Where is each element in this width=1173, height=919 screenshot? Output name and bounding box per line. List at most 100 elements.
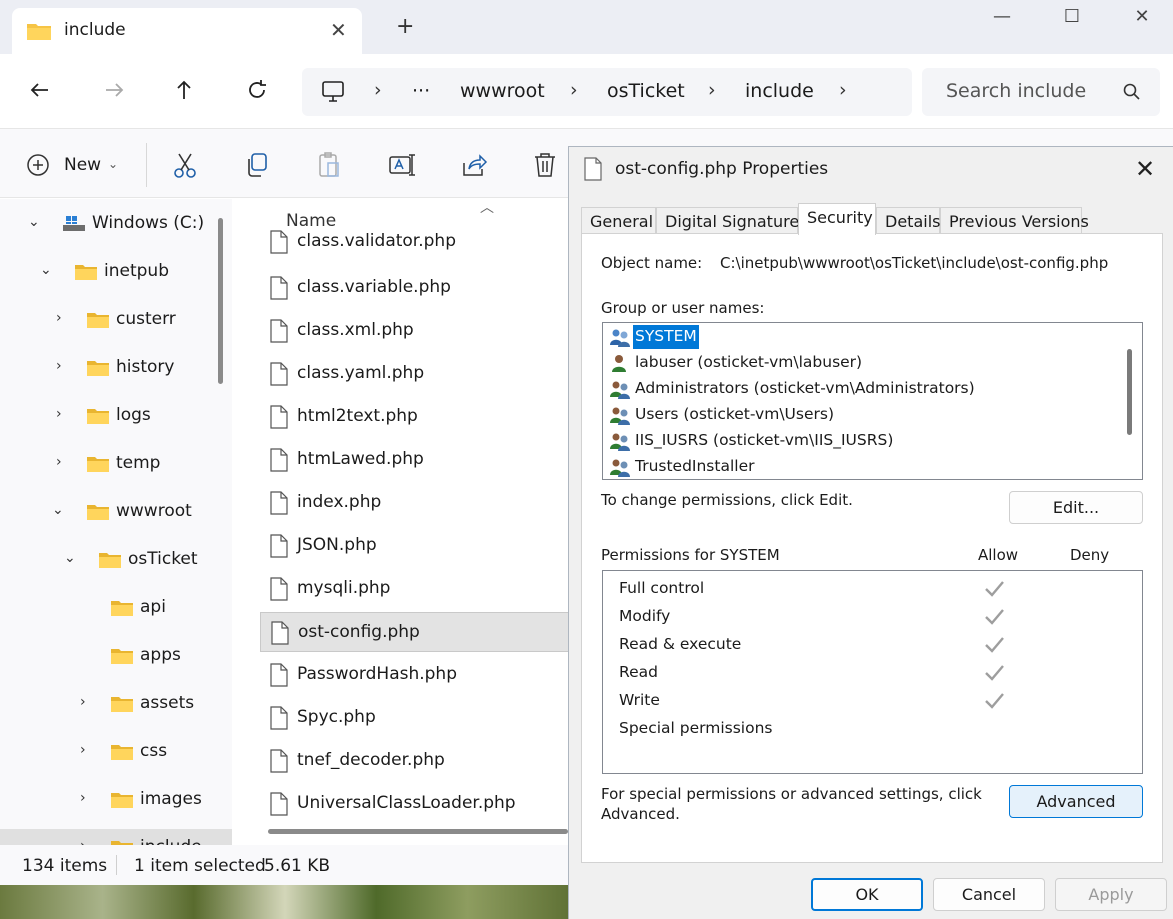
user-list-item[interactable]: TrustedInstaller xyxy=(607,454,1117,479)
user-list-item[interactable]: IIS_IUSRS (osticket-vm\IIS_IUSRS) xyxy=(607,428,1117,454)
ok-button[interactable]: OK xyxy=(811,878,923,911)
file-row[interactable]: htmLawed.php xyxy=(260,440,576,480)
new-tab-button[interactable]: + xyxy=(396,16,414,38)
breadcrumb-osticket[interactable]: osTicket xyxy=(607,80,685,102)
tab-previous-versions[interactable]: Previous Versions xyxy=(940,207,1089,234)
sidebar-item-logs[interactable]: › logs xyxy=(0,397,232,433)
back-arrow-icon[interactable] xyxy=(26,78,54,106)
file-row[interactable]: tnef_decoder.php xyxy=(260,741,576,781)
chevron-down-icon[interactable]: ⌄ xyxy=(64,550,76,566)
rename-icon[interactable] xyxy=(388,151,416,183)
chevron-right-icon[interactable]: › xyxy=(80,838,86,845)
sidebar-item-custerr[interactable]: › custerr xyxy=(0,301,232,337)
breadcrumb-chevron-icon[interactable]: › xyxy=(839,79,847,101)
file-row[interactable]: class.validator.php xyxy=(260,222,576,262)
new-plus-icon[interactable] xyxy=(26,153,50,181)
breadcrumb-overflow[interactable]: ··· xyxy=(412,80,430,102)
sidebar-item-temp[interactable]: › temp xyxy=(0,445,232,481)
nav-pane-scrollbar[interactable] xyxy=(218,218,223,384)
sidebar-item-apps[interactable]: apps xyxy=(0,637,232,673)
user-list-item[interactable]: Administrators (osticket-vm\Administrato… xyxy=(607,376,1117,402)
folder-icon xyxy=(86,455,110,477)
chevron-right-icon[interactable]: › xyxy=(56,310,62,326)
file-row[interactable]: ost-config.php xyxy=(260,612,576,652)
search-icon[interactable] xyxy=(1122,82,1142,106)
tab-digital-signatures[interactable]: Digital Signatures xyxy=(656,207,808,234)
search-input[interactable]: Search include xyxy=(946,80,1086,102)
delete-icon[interactable] xyxy=(532,151,558,183)
file-row[interactable]: mysqli.php xyxy=(260,569,576,609)
file-row[interactable]: class.variable.php xyxy=(260,268,576,308)
tab-security[interactable]: Security xyxy=(798,203,876,235)
breadcrumb-chevron-icon[interactable]: › xyxy=(374,79,382,101)
sidebar-item-images[interactable]: › images xyxy=(0,781,232,817)
share-icon[interactable] xyxy=(460,151,488,183)
copy-icon[interactable] xyxy=(244,151,270,183)
file-list-scrollbar[interactable] xyxy=(268,829,568,834)
breadcrumb-chevron-icon[interactable]: › xyxy=(708,79,716,101)
user-list-item[interactable]: labuser (osticket-vm\labuser) xyxy=(607,350,1117,376)
close-window-button[interactable]: ✕ xyxy=(1122,6,1162,32)
navigation-pane[interactable]: ⌄ Windows (C:) ⌄ inetpub › custerr › history › lo… xyxy=(0,199,232,845)
file-row[interactable]: Spyc.php xyxy=(260,698,576,738)
file-row[interactable]: JSON.php xyxy=(260,526,576,566)
file-row[interactable]: index.php xyxy=(260,483,576,523)
file-row[interactable]: PasswordHash.php xyxy=(260,655,576,695)
minimize-button[interactable]: — xyxy=(982,6,1022,32)
file-row[interactable]: class.yaml.php xyxy=(260,354,576,394)
file-icon xyxy=(270,534,288,562)
sidebar-item-include[interactable]: › include xyxy=(0,829,232,845)
sidebar-item-inetpub[interactable]: ⌄ inetpub xyxy=(0,253,232,289)
chevron-right-icon[interactable]: › xyxy=(80,742,86,758)
address-bar[interactable]: › ··· wwwroot › osTicket › include › xyxy=(302,68,912,116)
file-row[interactable]: html2text.php xyxy=(260,397,576,437)
chevron-down-icon[interactable]: ⌄ xyxy=(108,157,118,171)
breadcrumb-chevron-icon[interactable]: › xyxy=(570,79,578,101)
sidebar-item-history[interactable]: › history xyxy=(0,349,232,385)
chevron-down-icon[interactable]: ⌄ xyxy=(28,214,40,230)
sidebar-item-css[interactable]: › css xyxy=(0,733,232,769)
tab-general[interactable]: General xyxy=(581,207,656,234)
permission-name: Write xyxy=(619,691,660,709)
chevron-down-icon[interactable]: ⌄ xyxy=(40,262,52,278)
cut-icon[interactable] xyxy=(172,151,198,183)
user-list-item[interactable]: Users (osticket-vm\Users) xyxy=(607,402,1117,428)
file-row[interactable]: class.xml.php xyxy=(260,311,576,351)
apply-button[interactable]: Apply xyxy=(1055,878,1167,911)
tab-close-icon[interactable]: ✕ xyxy=(330,18,347,42)
user-list-scrollbar[interactable] xyxy=(1127,349,1132,435)
new-button[interactable]: New xyxy=(64,155,101,175)
cancel-button[interactable]: Cancel xyxy=(933,878,1045,911)
sidebar-item-osticket[interactable]: ⌄ osTicket xyxy=(0,541,232,577)
chevron-right-icon[interactable]: › xyxy=(80,694,86,710)
chevron-right-icon[interactable]: › xyxy=(56,358,62,374)
maximize-button[interactable]: ☐ xyxy=(1052,6,1092,32)
chevron-down-icon[interactable]: ⌄ xyxy=(52,502,64,518)
chevron-right-icon[interactable]: › xyxy=(80,790,86,806)
file-row[interactable]: UniversalClassLoader.php xyxy=(260,784,576,824)
sidebar-item-api[interactable]: api xyxy=(0,589,232,625)
user-list-item[interactable]: SYSTEM xyxy=(607,324,1117,350)
sidebar-item-wwwroot[interactable]: ⌄ wwwroot xyxy=(0,493,232,529)
paste-icon[interactable] xyxy=(316,151,342,183)
sidebar-item-windows-c[interactable]: ⌄ Windows (C:) xyxy=(0,205,232,241)
breadcrumb-wwwroot[interactable]: wwwroot xyxy=(460,80,545,102)
computer-icon[interactable] xyxy=(320,80,346,108)
dialog-close-icon[interactable]: ✕ xyxy=(1135,155,1155,183)
tab-details[interactable]: Details xyxy=(876,207,940,234)
edit-button[interactable]: Edit... xyxy=(1009,491,1143,524)
sidebar-item-label: wwwroot xyxy=(116,501,192,521)
chevron-right-icon[interactable]: › xyxy=(56,454,62,470)
sidebar-item-assets[interactable]: › assets xyxy=(0,685,232,721)
search-box[interactable]: Search include xyxy=(922,68,1160,116)
up-arrow-icon[interactable] xyxy=(170,78,198,106)
user-list[interactable]: SYSTEM labuser (osticket-vm\labuser) Admin… xyxy=(602,322,1143,480)
file-icon xyxy=(270,706,288,734)
chevron-right-icon[interactable]: › xyxy=(56,406,62,422)
forward-arrow-icon[interactable] xyxy=(100,78,128,106)
explorer-tab[interactable]: include ✕ xyxy=(12,8,362,54)
breadcrumb-include[interactable]: include xyxy=(745,80,814,102)
refresh-icon[interactable] xyxy=(243,78,271,106)
advanced-button[interactable]: Advanced xyxy=(1009,785,1143,818)
file-list[interactable]: ︿ Name class.validator.php class.variable… xyxy=(236,199,576,845)
